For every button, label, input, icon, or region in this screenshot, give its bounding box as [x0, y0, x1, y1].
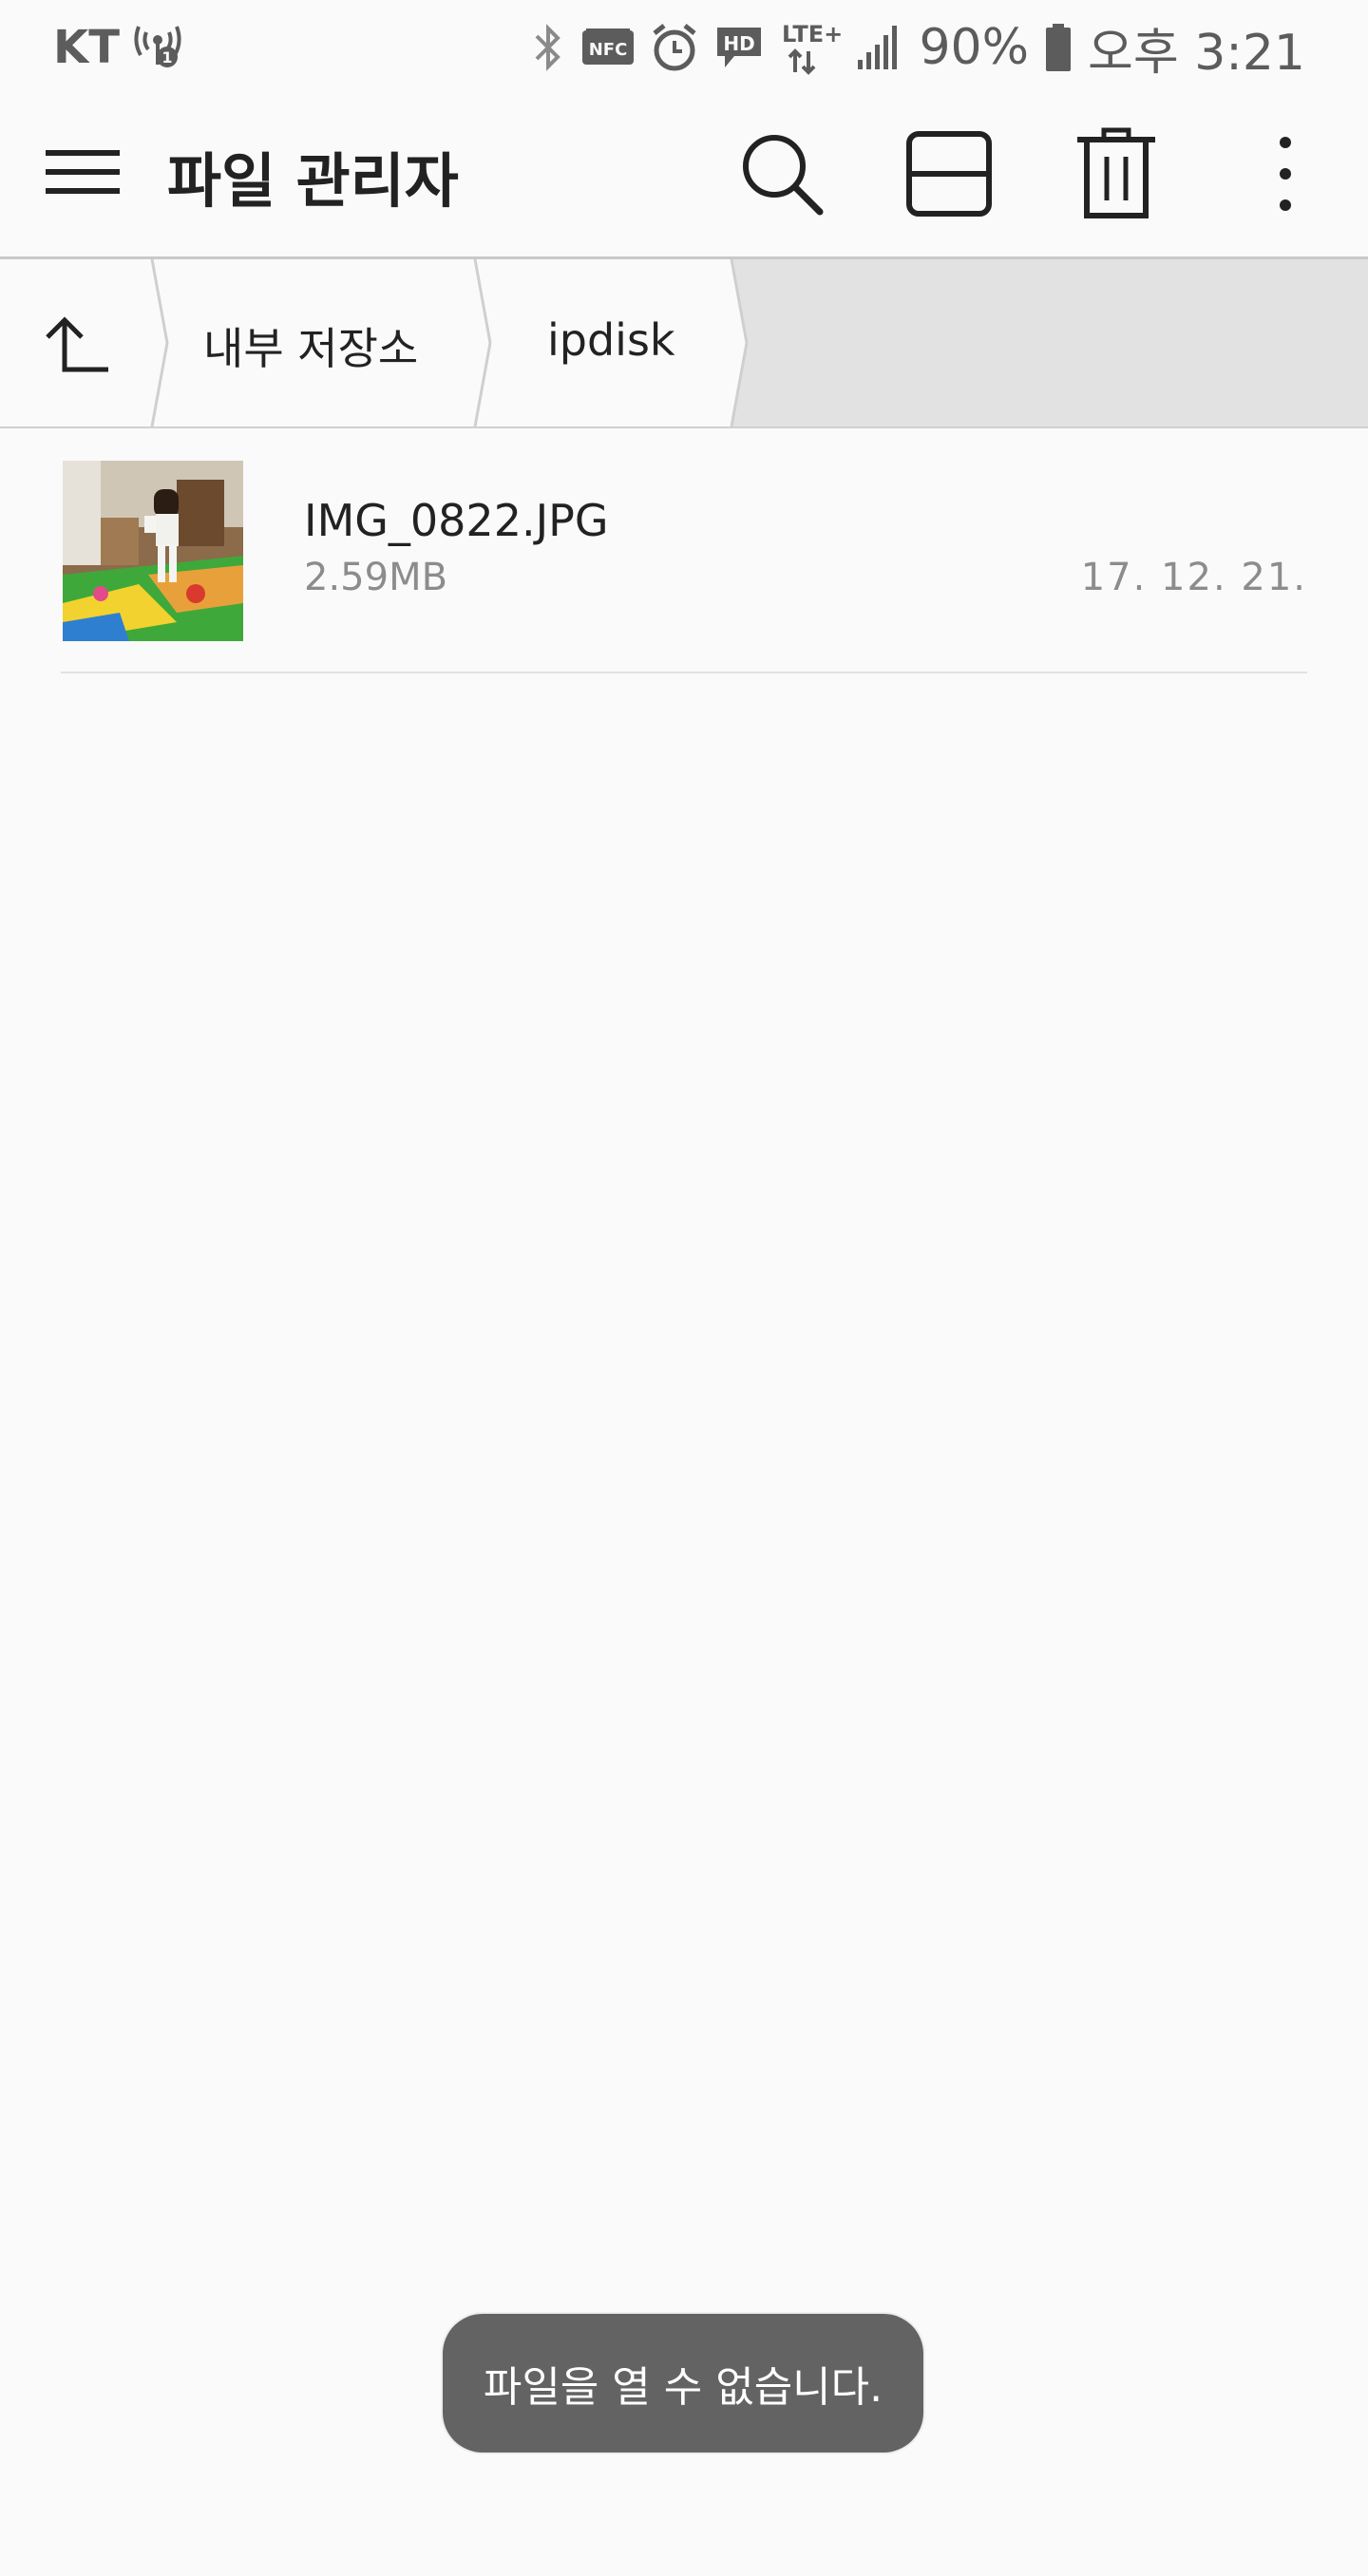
hd-voice-icon: HD — [713, 24, 765, 71]
search-icon — [736, 128, 827, 223]
bluetooth-icon — [531, 21, 565, 74]
view-mode-icon — [905, 130, 993, 221]
battery-percentage: 90% — [919, 19, 1030, 76]
app-bar: 파일 관리자 — [0, 95, 1368, 259]
file-name: IMG_0822.JPG — [304, 495, 609, 546]
toast-text: 파일을 열 수 없습니다. — [483, 2363, 884, 2412]
more-options-button[interactable] — [1233, 123, 1338, 228]
hotspot-icon: 1 — [131, 19, 184, 76]
file-date: 17. 12. 21. — [1080, 556, 1307, 599]
nfc-icon: NFC — [580, 27, 636, 68]
file-thumbnail — [63, 461, 243, 641]
arrow-up-icon — [38, 316, 124, 392]
clock: 오후 3:21 — [1088, 24, 1305, 82]
svg-text:1: 1 — [162, 48, 172, 66]
file-size: 2.59MB — [304, 556, 448, 599]
carrier-label: KT — [53, 21, 120, 74]
svg-text:NFC: NFC — [589, 40, 628, 60]
battery-icon — [1044, 22, 1073, 73]
trash-icon — [1075, 126, 1157, 225]
breadcrumb-item-internal-storage[interactable]: 내부 저장소 — [203, 314, 418, 377]
svg-text:HD: HD — [724, 32, 755, 55]
signal-icon — [856, 24, 903, 71]
page-title: 파일 관리자 — [167, 146, 459, 216]
search-button[interactable] — [730, 123, 834, 228]
svg-text:LTE+: LTE+ — [782, 21, 841, 47]
status-bar: KT 1 NFC HD LTE+ 90% 오후 3:21 — [0, 0, 1368, 95]
list-divider — [61, 672, 1307, 673]
breadcrumb-item-ipdisk[interactable]: ipdisk — [547, 314, 675, 366]
lte-plus-icon: LTE+ — [780, 19, 841, 76]
hamburger-icon — [46, 150, 122, 213]
alarm-icon — [651, 22, 698, 73]
navigate-up-button[interactable] — [38, 303, 124, 388]
breadcrumb: 내부 저장소 ipdisk — [0, 259, 1368, 426]
view-mode-button[interactable] — [897, 123, 1001, 228]
more-options-icon — [1276, 131, 1295, 220]
delete-button[interactable] — [1064, 123, 1168, 228]
file-list-item[interactable]: IMG_0822.JPG 2.59MB 17. 12. 21. — [0, 428, 1368, 673]
status-icons: NFC HD LTE+ 90% 오후 3:21 — [531, 13, 1305, 82]
toast-message: 파일을 열 수 없습니다. — [443, 2314, 923, 2453]
menu-button[interactable] — [46, 142, 122, 209]
